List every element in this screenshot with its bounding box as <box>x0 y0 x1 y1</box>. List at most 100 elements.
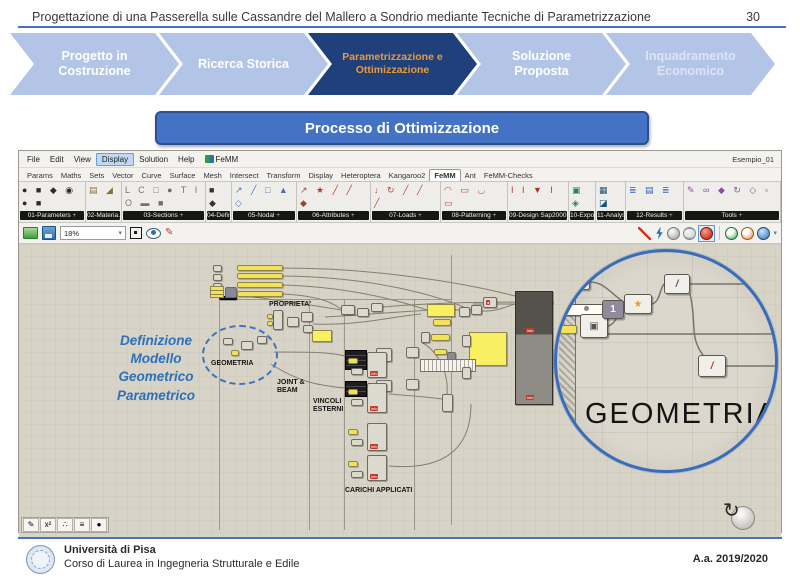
gh-mini-slider[interactable] <box>431 334 450 341</box>
toolbar-group-icons[interactable]: I I ▼ I <box>508 182 568 211</box>
gh-component[interactable] <box>406 347 419 358</box>
gh-component[interactable] <box>223 338 233 345</box>
component-tab[interactable]: Surface <box>166 170 200 181</box>
process-step[interactable]: Progetto in Costruzione <box>10 33 179 95</box>
component-tab[interactable]: Heteroptera <box>337 170 385 181</box>
toolbar-group-icons[interactable]: ▦ ◪ <box>596 182 625 211</box>
preview-green-icon[interactable] <box>725 227 738 240</box>
gh-component[interactable] <box>225 287 237 298</box>
sketch-pen-icon[interactable]: ✎ <box>165 228 173 238</box>
canvas-widget-icon[interactable]: ● <box>91 518 107 532</box>
gh-component[interactable] <box>471 305 482 315</box>
toolbar-group-icons[interactable]: ≣ ▤ ≣ <box>626 182 683 211</box>
gh-component[interactable] <box>421 332 430 343</box>
component-tab[interactable]: FeMM <box>429 169 460 181</box>
preview-eye-icon[interactable] <box>146 228 161 239</box>
menu-item[interactable]: FeMM <box>200 154 244 165</box>
process-step[interactable]: Inquadramento Economico <box>606 33 775 95</box>
gh-component[interactable] <box>462 335 471 347</box>
toolbar-group-label[interactable]: 12-Results <box>627 211 682 220</box>
save-file-icon[interactable] <box>42 226 56 240</box>
gh-component-zoomed[interactable]: / <box>664 274 690 294</box>
gh-component[interactable] <box>357 308 369 317</box>
toolbar-group-label[interactable]: 03-Sections <box>123 211 204 220</box>
gh-number-slider[interactable] <box>237 273 283 279</box>
canvas-widget-icon[interactable]: ∴ <box>57 518 73 532</box>
toolbar-group-label[interactable]: Tools <box>685 211 779 220</box>
component-tab[interactable]: Ant <box>461 170 480 181</box>
chevron-down-icon[interactable]: ▾ <box>773 229 777 237</box>
canvas-widget-icon[interactable]: ≡ <box>74 518 90 532</box>
gh-canvas[interactable]: PROPRIETA' GEOMETRIA JOINT & BEAM VINCOL… <box>19 244 781 538</box>
gh-component-cluster[interactable]: info info <box>515 291 553 405</box>
gh-component[interactable] <box>273 310 283 330</box>
component-tab[interactable]: Transform <box>263 170 305 181</box>
gh-mini-slider[interactable] <box>348 389 358 395</box>
zoom-dropdown[interactable]: 18% ▾ <box>60 226 126 240</box>
toolbar-group-label[interactable]: 06-Attributes <box>298 211 369 220</box>
menu-item[interactable]: Display <box>96 153 134 166</box>
component-tab[interactable]: Curve <box>138 170 166 181</box>
shaded-preview-selected[interactable] <box>699 226 714 241</box>
no-preview-icon[interactable] <box>667 227 680 240</box>
gh-panel[interactable] <box>427 304 455 317</box>
gh-component-zoomed[interactable]: ◉ <box>566 274 590 290</box>
gh-component[interactable] <box>213 274 222 281</box>
gh-component[interactable] <box>371 303 383 312</box>
component-tab[interactable]: Sets <box>85 170 108 181</box>
toolbar-group-label[interactable]: 07-Loads <box>372 211 439 220</box>
gh-component-tall[interactable]: info <box>367 455 387 481</box>
toolbar-group-icons[interactable]: ↗ ★ ╱ ╱ ◆ <box>297 182 370 211</box>
process-step[interactable]: Soluzione Proposta <box>457 33 626 95</box>
toolbar-group-label[interactable]: 11-Analysis <box>597 211 624 220</box>
zoom-extents-icon[interactable] <box>130 227 142 239</box>
gh-panel-stack[interactable] <box>210 286 224 298</box>
toolbar-group-icons[interactable]: ▣ ◈ <box>569 182 595 211</box>
toolbar-group-label[interactable]: 09-Design Sap2000 <box>509 211 567 220</box>
gh-component[interactable] <box>287 317 299 327</box>
toolbar-group-icons[interactable]: L C □ ● T I O ▬ ■ <box>122 182 205 211</box>
preview-blue-icon[interactable] <box>757 227 770 240</box>
wire-preview-icon[interactable] <box>683 227 696 240</box>
process-step[interactable]: Ricerca Storica <box>159 33 328 95</box>
gh-panel[interactable] <box>312 330 332 342</box>
gh-component[interactable] <box>462 367 471 379</box>
solver-icon[interactable] <box>654 227 664 240</box>
toolbar-group-label[interactable]: 04-Definit.. <box>207 211 230 220</box>
gh-mini-slider[interactable] <box>267 314 273 319</box>
gh-component-zoomed[interactable]: / <box>698 355 726 377</box>
gh-component[interactable] <box>341 305 355 315</box>
component-tab[interactable]: Display <box>304 170 337 181</box>
toolbar-group-label[interactable]: 01-Parameters <box>20 211 84 220</box>
gh-mini-slider[interactable] <box>434 349 447 355</box>
gh-mini-slider[interactable] <box>348 461 358 467</box>
gh-mini-slider[interactable] <box>348 358 358 364</box>
menu-item[interactable]: Solution <box>134 154 173 165</box>
gh-number-slider[interactable] <box>237 282 283 288</box>
gh-component[interactable] <box>351 368 363 375</box>
component-tab[interactable]: Maths <box>57 170 85 181</box>
gh-component[interactable] <box>351 399 363 406</box>
gh-mini-slider[interactable] <box>348 429 358 435</box>
toolbar-group-icons[interactable]: ↗ ╱ □ ▲ ◇ <box>232 182 296 211</box>
wireframe-preview-icon[interactable] <box>638 227 651 240</box>
component-tab[interactable]: Kangaroo2 <box>385 170 430 181</box>
toolbar-group-icons[interactable]: ■ ◆ <box>206 182 231 211</box>
gh-component[interactable] <box>301 312 313 322</box>
toolbar-group-icons[interactable]: ↓ ↻ ╱ ╱ ╱ <box>371 182 440 211</box>
gh-component[interactable] <box>459 307 470 317</box>
toolbar-group-label[interactable]: 02-Materia. <box>87 211 120 220</box>
gh-component-zoomed[interactable]: 1 <box>602 300 624 319</box>
toolbar-group-label[interactable]: 08-Patterning <box>442 211 506 220</box>
gh-component-zoomed[interactable]: ★ <box>624 294 652 314</box>
component-tab[interactable]: Params <box>23 170 57 181</box>
gh-component[interactable] <box>351 471 363 478</box>
gh-component[interactable] <box>241 341 253 350</box>
component-tab[interactable]: Intersect <box>226 170 263 181</box>
menu-item[interactable]: File <box>22 154 45 165</box>
process-step[interactable]: Parametrizzazione e Ottimizzazione <box>308 33 477 95</box>
gh-component-tall[interactable]: info <box>367 383 387 413</box>
canvas-widget-icon[interactable]: x² <box>40 518 56 532</box>
gh-number-slider[interactable] <box>237 291 283 297</box>
toolbar-group-icons[interactable]: ✎ ∞ ◆ ↻ ◇ ▫ <box>684 182 780 211</box>
